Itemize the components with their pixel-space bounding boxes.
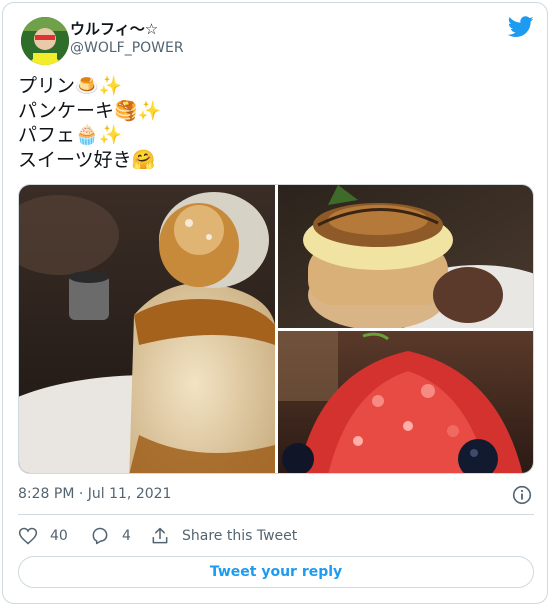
photo-grid	[18, 184, 534, 474]
tweet-line: プリン🍮✨	[18, 75, 123, 97]
reply-action[interactable]: 4	[90, 526, 134, 546]
reply-icon	[92, 527, 108, 545]
tweet-line: パンケーキ🥞✨	[18, 99, 162, 122]
user-handle[interactable]: @WOLF_POWER	[70, 40, 184, 56]
strawberry-parfait-photo[interactable]	[278, 331, 533, 473]
action-bar: 40 4 Share this Tweet	[18, 523, 297, 549]
info-icon[interactable]	[512, 485, 532, 505]
twitter-bird-icon[interactable]	[508, 16, 534, 38]
pudding-photo[interactable]	[19, 185, 275, 473]
share-icon	[152, 527, 168, 544]
like-action[interactable]: 40	[18, 526, 74, 546]
tweet-line: パフェ🧁✨	[18, 124, 123, 146]
avatar[interactable]	[21, 17, 69, 65]
share-action[interactable]: Share this Tweet	[150, 526, 297, 546]
share-label: Share this Tweet	[182, 528, 298, 544]
reply-count: 4	[122, 528, 131, 544]
tweet-line: スイーツ好き🤗	[18, 148, 156, 171]
like-count: 40	[50, 528, 68, 544]
pancake-photo[interactable]	[278, 185, 533, 328]
tweet-text: プリン🍮✨ パンケーキ🥞✨ パフェ🧁✨ スイーツ好き🤗	[18, 74, 161, 172]
divider	[18, 514, 534, 515]
tweet-your-reply-button[interactable]: Tweet your reply	[18, 556, 534, 588]
heart-icon	[18, 527, 38, 545]
tweet-timestamp[interactable]: 8:28 PM · Jul 11, 2021	[18, 486, 171, 502]
display-name[interactable]: ウルフィ〜☆	[70, 18, 158, 39]
